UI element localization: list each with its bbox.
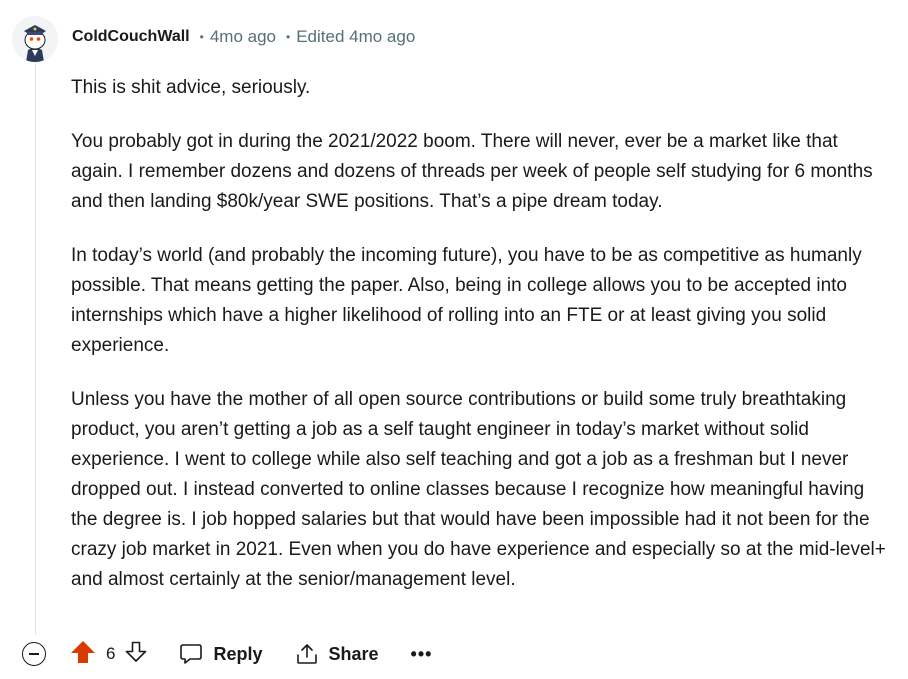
thread-line[interactable] bbox=[35, 62, 36, 635]
comment-actions: 6 Reply Share ••• bbox=[22, 638, 432, 670]
edited-time: Edited 4mo ago bbox=[296, 27, 416, 46]
share-button[interactable]: Share bbox=[295, 642, 379, 666]
comment-meta: ColdCouchWall • 4mo ago • Edited 4mo ago bbox=[72, 27, 415, 47]
meta-separator: • bbox=[286, 30, 291, 44]
comment-paragraph: You probably got in during the 2021/2022… bbox=[71, 131, 873, 212]
downvote-icon[interactable] bbox=[125, 641, 147, 668]
comment-paragraph: In today’s world (and probably the incom… bbox=[71, 245, 862, 356]
share-label: Share bbox=[328, 643, 379, 664]
upvote-icon[interactable] bbox=[70, 640, 96, 669]
collapse-icon[interactable] bbox=[22, 642, 46, 666]
comment-paragraph: Unless you have the mother of all open s… bbox=[71, 389, 886, 590]
reply-icon bbox=[180, 644, 203, 664]
comment-header: ColdCouchWall • 4mo ago • Edited 4mo ago bbox=[12, 14, 415, 64]
meta-separator: • bbox=[199, 30, 204, 44]
comment-body: This is shit advice, seriously. You prob… bbox=[71, 73, 891, 619]
more-options-button[interactable]: ••• bbox=[411, 644, 433, 665]
username-link[interactable]: ColdCouchWall bbox=[72, 28, 190, 46]
post-time[interactable]: 4mo ago bbox=[210, 27, 276, 47]
comment-paragraph: This is shit advice, seriously. bbox=[71, 77, 311, 98]
share-icon bbox=[296, 644, 317, 664]
vote-controls: 6 bbox=[70, 640, 147, 669]
avatar[interactable] bbox=[12, 16, 58, 62]
reply-button[interactable]: Reply bbox=[179, 642, 263, 666]
reply-label: Reply bbox=[213, 643, 263, 664]
snoo-avatar-icon bbox=[24, 25, 46, 62]
vote-count: 6 bbox=[106, 644, 116, 663]
